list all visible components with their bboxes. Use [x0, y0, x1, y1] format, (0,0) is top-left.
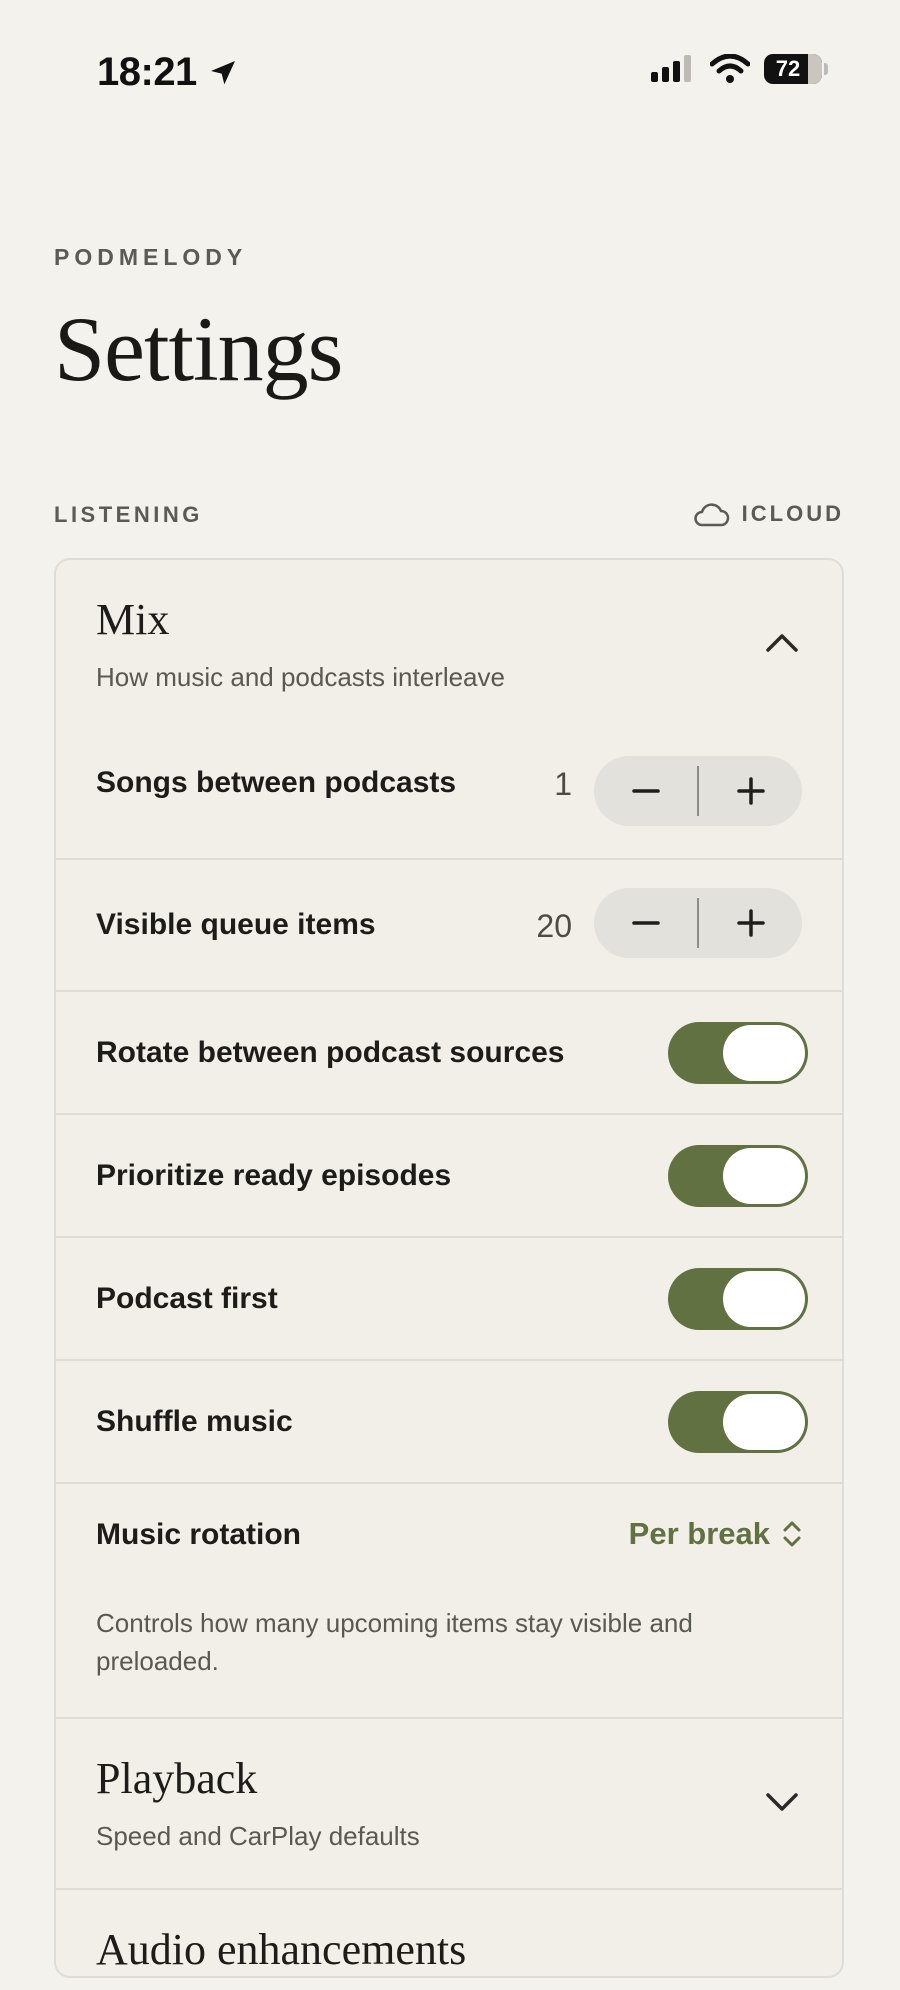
decrement-button[interactable]	[594, 756, 697, 826]
status-time: 18:21	[97, 50, 239, 95]
battery-level: 72	[775, 56, 801, 81]
podcast-first-toggle[interactable]	[668, 1268, 808, 1330]
audio-enhancements-title: Audio enhancements	[96, 1925, 467, 1974]
visible-queue-items-stepper	[594, 888, 802, 958]
visible-queue-items-value: 20	[536, 908, 572, 944]
increment-button[interactable]	[699, 888, 802, 958]
songs-between-podcasts-stepper	[594, 756, 802, 826]
rotate-sources-toggle[interactable]	[668, 1022, 808, 1084]
playback-section-header[interactable]: Playback Speed and CarPlay defaults	[56, 1717, 842, 1889]
page-title: Settings	[54, 298, 343, 400]
plus-icon	[736, 777, 765, 805]
status-indicators: 72	[650, 54, 828, 84]
shuffle-music-toggle[interactable]	[668, 1391, 808, 1453]
toggle-label: Podcast first	[96, 1282, 278, 1315]
toggle-row-rotate-sources: Rotate between podcast sources	[56, 990, 842, 1114]
toggle-row-prioritize-ready: Prioritize ready episodes	[56, 1113, 842, 1237]
increment-button[interactable]	[699, 756, 802, 826]
plus-icon	[736, 909, 765, 937]
songs-between-podcasts-row: Songs between podcasts 1	[56, 710, 842, 848]
mix-subtitle: How music and podcasts interleave	[96, 662, 505, 692]
songs-between-podcasts-value: 1	[554, 766, 572, 802]
icloud-sync-indicator: ICLOUD	[692, 500, 844, 528]
toggle-label: Prioritize ready episodes	[96, 1159, 452, 1192]
toggle-row-podcast-first: Podcast first	[56, 1236, 842, 1360]
toggle-row-shuffle-music: Shuffle music	[56, 1359, 842, 1483]
battery-indicator: 72	[764, 54, 828, 84]
helper-text: Controls how many upcoming items stay vi…	[96, 1608, 693, 1676]
location-arrow-icon	[210, 60, 235, 84]
cellular-signal-icon	[651, 55, 691, 82]
playback-subtitle: Speed and CarPlay defaults	[96, 1821, 420, 1851]
section-label-listening: LISTENING	[54, 502, 203, 527]
minus-icon	[631, 789, 660, 793]
playback-title: Playback	[96, 1754, 258, 1803]
prioritize-ready-toggle[interactable]	[668, 1145, 808, 1207]
visible-queue-items-label: Visible queue items	[96, 908, 376, 941]
music-rotation-label: Music rotation	[96, 1518, 302, 1551]
visible-queue-items-row: Visible queue items 20	[56, 858, 842, 990]
mix-section-header[interactable]: Mix How music and podcasts interleave	[56, 560, 842, 710]
wifi-icon	[710, 54, 750, 83]
icloud-label: ICLOUD	[741, 501, 844, 526]
chevron-up-down-icon	[783, 1521, 801, 1547]
music-rotation-row: Music rotation Per break Controls how ma…	[56, 1482, 842, 1718]
music-rotation-dropdown[interactable]: Per break	[629, 1516, 802, 1552]
app-brand: PODMELODY	[54, 244, 248, 270]
chevron-down-icon[interactable]	[764, 1791, 800, 1815]
decrement-button[interactable]	[594, 888, 697, 958]
minus-icon	[631, 921, 660, 925]
toggle-label: Rotate between podcast sources	[96, 1036, 565, 1069]
chevron-up-icon[interactable]	[764, 630, 800, 654]
toggle-label: Shuffle music	[96, 1405, 293, 1438]
audio-enhancements-section-header[interactable]: Audio enhancements	[56, 1888, 842, 1990]
listening-settings-card: Mix How music and podcasts interleave So…	[54, 558, 844, 1978]
mix-title: Mix	[96, 595, 170, 644]
songs-between-podcasts-label: Songs between podcasts	[96, 766, 457, 799]
music-rotation-value: Per break	[628, 1516, 770, 1551]
time-text: 18:21	[97, 50, 197, 94]
cloud-icon	[693, 503, 729, 527]
